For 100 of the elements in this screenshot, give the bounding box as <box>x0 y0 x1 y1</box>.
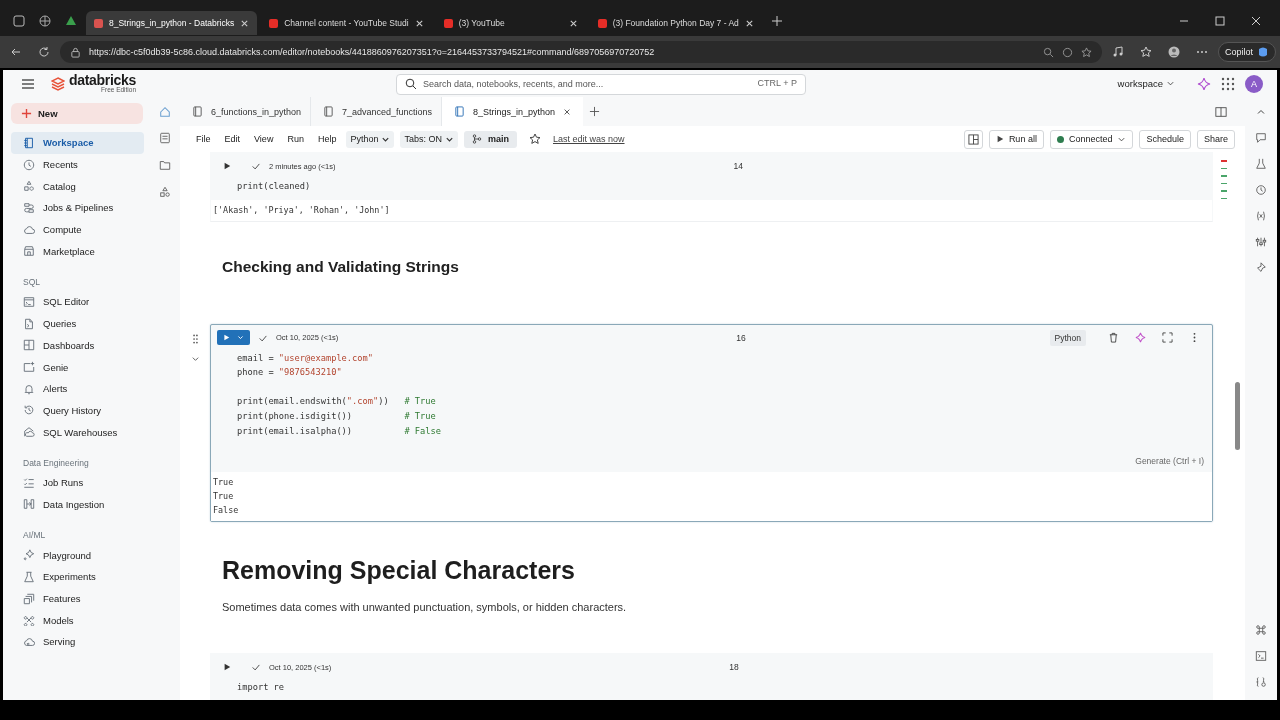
sidebar-item[interactable]: Queries <box>11 312 144 335</box>
branch-button[interactable]: main <box>463 130 517 148</box>
last-edit-link[interactable]: Last edit was now <box>553 134 625 144</box>
sidebar-item[interactable]: SQL Warehouses <box>11 421 144 443</box>
close-icon[interactable] <box>744 18 754 28</box>
maximize-icon[interactable] <box>1214 15 1226 27</box>
shapes-icon <box>23 180 35 193</box>
play-icon[interactable] <box>223 162 231 170</box>
menu-item[interactable]: Run <box>283 134 308 144</box>
language-dropdown[interactable]: Python <box>346 130 395 148</box>
flask-icon[interactable] <box>1255 158 1267 170</box>
code-line: print(email.isalpha()) # False <box>237 424 442 438</box>
markdown-heading: Checking and Validating Strings <box>222 256 460 277</box>
sidebar-item[interactable]: Features <box>11 587 144 610</box>
zoom-icon[interactable] <box>1043 46 1054 58</box>
browser-tab[interactable]: Channel content - YouTube Studi <box>261 11 432 35</box>
pin-icon[interactable] <box>1255 262 1267 274</box>
close-icon[interactable] <box>414 18 424 28</box>
sidebar-item[interactable]: Recents <box>11 153 144 176</box>
sidebar-item[interactable]: Dashboards <box>11 334 144 357</box>
trash-icon[interactable] <box>1108 332 1119 344</box>
browser-tab[interactable]: (3) Foundation Python Day 7 - Ad <box>589 11 762 35</box>
split-view-icon[interactable] <box>1215 105 1227 118</box>
plus-icon[interactable] <box>589 106 601 117</box>
sidebar-item[interactable]: Data Ingestion <box>11 493 144 516</box>
circle-icon[interactable] <box>1062 46 1073 58</box>
workspace-dropdown[interactable]: workspace <box>1111 77 1181 90</box>
menu-item[interactable]: Edit <box>220 134 245 144</box>
close-icon[interactable] <box>568 18 578 28</box>
notebook-icon[interactable] <box>159 132 171 144</box>
sidebar-item[interactable]: Experiments <box>11 566 144 588</box>
new-button[interactable]: New <box>11 103 143 124</box>
notebook-tab[interactable]: 8_Strings_in_python <box>442 97 584 126</box>
folder-icon[interactable] <box>159 159 171 171</box>
run-all-button[interactable]: Run all <box>988 129 1044 149</box>
shapes-icon[interactable] <box>159 186 171 198</box>
tabs-dropdown[interactable]: Tabs: ON <box>400 130 458 148</box>
variables-icon[interactable] <box>1255 210 1267 222</box>
chart-plus-icon <box>23 361 35 374</box>
drag-handle-icon[interactable] <box>190 333 200 344</box>
user-avatar[interactable]: A <box>1245 74 1263 93</box>
run-cell-button[interactable] <box>217 330 250 346</box>
flask-icon <box>23 570 35 583</box>
code-cell[interactable] <box>210 323 1213 523</box>
sidebar-item[interactable]: SQL Editor <box>11 291 144 313</box>
sidebar-item[interactable]: Playground <box>11 544 144 566</box>
menu-item[interactable]: Help <box>313 134 341 144</box>
braces-icon[interactable] <box>1255 676 1267 688</box>
apps-icon[interactable] <box>1221 76 1235 91</box>
close-icon[interactable] <box>240 18 250 28</box>
share-button[interactable]: Share <box>1196 129 1235 149</box>
sidebar-item[interactable]: Catalog <box>11 175 144 198</box>
sidebar-item[interactable]: Jobs & Pipelines <box>11 197 144 219</box>
sparkle-icon[interactable] <box>1197 76 1211 91</box>
menu-item[interactable]: File <box>192 134 215 144</box>
favorites-icon[interactable] <box>1140 46 1152 58</box>
browser-tab[interactable]: (3) YouTube <box>435 11 586 35</box>
sidebar-item[interactable]: Genie <box>11 356 144 378</box>
globe-icon[interactable] <box>39 15 51 27</box>
play-icon[interactable] <box>223 663 231 672</box>
code-line: print(cleaned) <box>237 180 312 193</box>
sidebar-item[interactable]: Workspace <box>11 132 144 154</box>
close-icon[interactable] <box>563 107 572 116</box>
copilot-button[interactable]: Copilot <box>1218 42 1276 62</box>
sidebar-item[interactable]: Job Runs <box>11 471 144 494</box>
music-icon[interactable] <box>1112 46 1124 58</box>
window-icon[interactable] <box>13 15 25 27</box>
layout-icon <box>967 133 979 145</box>
section-heading: AI/ML <box>22 529 47 543</box>
close-icon[interactable] <box>1250 15 1262 27</box>
sidebar-item[interactable]: Compute <box>11 218 144 241</box>
star-icon[interactable] <box>1081 46 1092 58</box>
language-label[interactable]: Python <box>1049 329 1086 346</box>
menu-icon[interactable] <box>21 76 35 91</box>
triangle-icon[interactable] <box>65 15 77 27</box>
sidebar-item[interactable]: Serving <box>11 631 144 653</box>
comment-icon[interactable] <box>1255 132 1267 144</box>
address-bar[interactable]: https://dbc-c5f0db39-5c86.cloud.databricks.com/editor/notebooks/4418860976207351?o=2164453733794521#command/6897056970720752 <box>60 41 1102 63</box>
reload-icon[interactable] <box>38 46 50 58</box>
command-icon[interactable] <box>1255 624 1267 636</box>
sidebar-item[interactable]: Marketplace <box>11 240 144 263</box>
star-icon[interactable] <box>529 133 541 145</box>
back-icon[interactable] <box>10 46 22 58</box>
schedule-button[interactable]: Schedule <box>1139 129 1191 149</box>
terminal-icon[interactable] <box>1255 650 1267 662</box>
menu-item[interactable]: View <box>250 134 278 144</box>
scrollbar-thumb[interactable] <box>1235 382 1240 450</box>
cell-number: 16 <box>736 332 746 343</box>
sparkle-icon[interactable] <box>1135 332 1146 344</box>
sidebar-item[interactable]: Alerts <box>11 377 144 400</box>
layout-button[interactable] <box>963 129 983 149</box>
profile-icon[interactable] <box>1168 46 1180 58</box>
code-line: email = "user@example.com" <box>237 351 374 365</box>
sidebar-item[interactable]: Models <box>11 609 144 632</box>
fullscreen-icon[interactable] <box>1162 332 1173 344</box>
sliders-icon[interactable] <box>1255 236 1267 248</box>
browser-tab[interactable]: 8_Strings_in_python - Databricks <box>86 11 258 35</box>
sidebar-item[interactable]: Query History <box>11 399 144 422</box>
history-icon[interactable] <box>1255 184 1267 196</box>
compute-dropdown[interactable]: Connected <box>1049 129 1134 149</box>
